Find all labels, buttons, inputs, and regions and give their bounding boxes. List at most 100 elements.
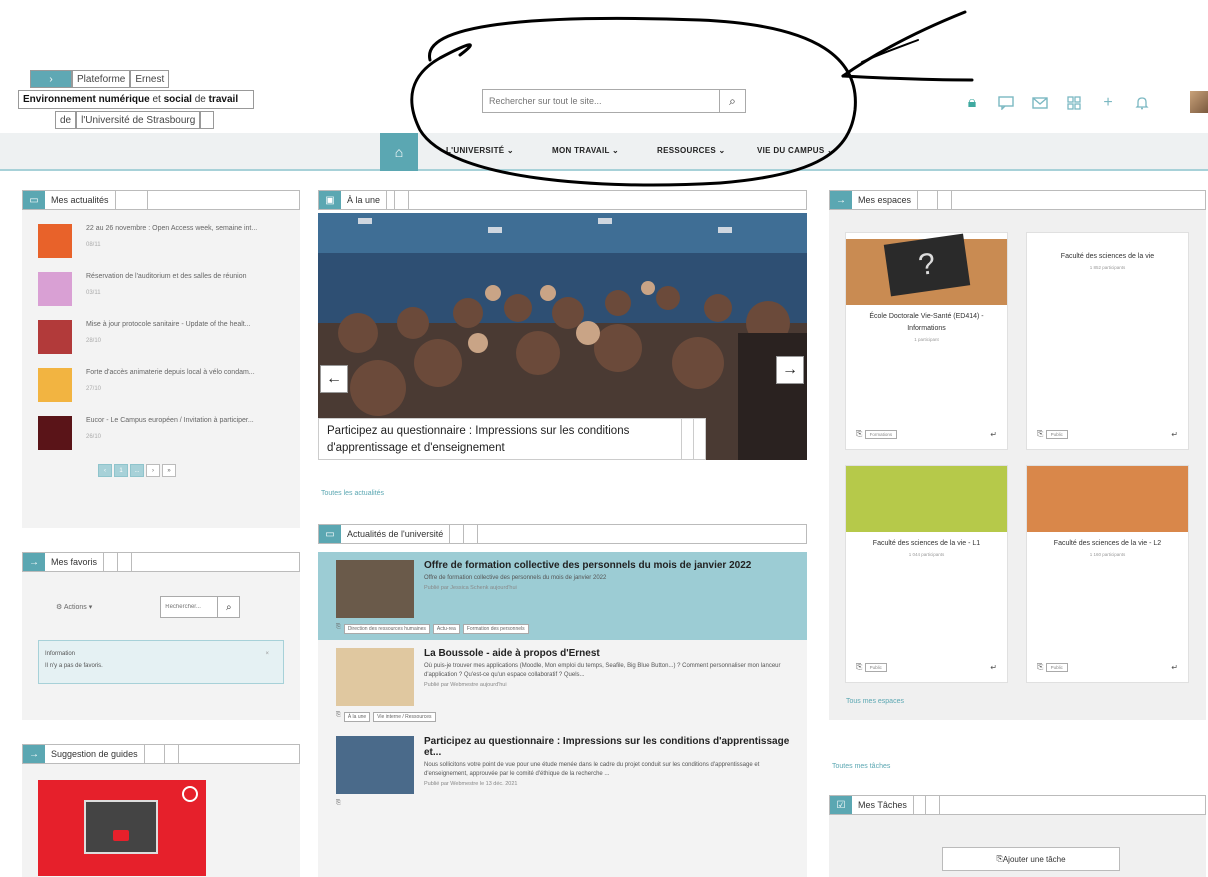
main-nav: ⌂ L'UNIVERSITÉ ⌄ MON TRAVAIL ⌄ RESSOURCE… [0, 133, 1208, 171]
news-pager: ‹ 1... ›» [98, 464, 300, 477]
arrow-right-icon: → [23, 553, 45, 571]
nav-vie-campus[interactable]: VIE DU CAMPUS ⌄ [757, 146, 834, 155]
space-card[interactable]: Faculté des sciences de la vie - L1 1 04… [845, 465, 1008, 683]
pager-button[interactable]: › [146, 464, 160, 477]
news-date: 08/11 [86, 242, 101, 248]
actions-dropdown[interactable]: ⚙ Actions ▾ [56, 603, 92, 611]
favoris-search-input[interactable] [161, 597, 218, 617]
news-thumbnail [38, 320, 72, 354]
news-thumbnail [336, 736, 414, 794]
university-news-list: Offre de formation collective des person… [318, 552, 807, 877]
news-title: Forte d'accès animaterie depuis local à … [86, 369, 255, 376]
home-icon[interactable]: ⌂ [380, 133, 418, 171]
carousel-next-button[interactable]: → [776, 356, 804, 384]
enter-space-icon[interactable]: ↵ [1171, 430, 1178, 439]
arrow-right-icon: → [830, 191, 852, 209]
news-item[interactable]: Eucor - Le Campus européen / Invitation … [38, 416, 300, 450]
space-card[interactable]: ? École Doctorale Vie-Santé (ED414) - In… [845, 232, 1008, 450]
search-icon[interactable]: ⌕ [719, 90, 745, 112]
apps-icon[interactable] [1057, 90, 1091, 116]
nav-mon-travail[interactable]: MON TRAVAIL ⌄ [552, 146, 619, 155]
mes-actualites-panel: ▭ Mes actualités 22 au 26 novembre : Ope… [22, 190, 300, 528]
enter-space-icon[interactable]: ↵ [990, 430, 997, 439]
news-item[interactable]: Réservation de l'auditorium et des salle… [38, 272, 300, 306]
all-news-link[interactable]: Toutes les actualités [321, 490, 384, 497]
info-box: Information Il n'y a pas de favoris. × [38, 640, 284, 684]
tag-icon: ⎘ [1037, 662, 1044, 671]
search-input[interactable] [483, 90, 719, 112]
news-icon: ▣ [319, 191, 341, 209]
brand-logo[interactable]: › Plateforme Ernest Environnement numéri… [0, 70, 270, 129]
news-item[interactable]: Forte d'accès animaterie depuis local à … [38, 368, 300, 402]
pager-button[interactable]: 1 [114, 464, 128, 477]
avatar[interactable] [1190, 91, 1208, 113]
news-title: Réservation de l'auditorium et des salle… [86, 273, 247, 280]
all-spaces-link[interactable]: Tous mes espaces [846, 698, 904, 705]
nav-universite[interactable]: L'UNIVERSITÉ ⌄ [446, 146, 514, 155]
brand-word-plateforme: Plateforme [72, 70, 131, 88]
chat-icon[interactable] [989, 90, 1023, 116]
news-thumbnail [336, 648, 414, 706]
space-card[interactable]: Faculté des sciences de la vie - L2 1 16… [1026, 465, 1189, 683]
all-tasks-link[interactable]: Toutes mes tâches [832, 763, 890, 770]
plus-icon[interactable]: + [1091, 90, 1125, 116]
enter-space-icon[interactable]: ↵ [1171, 663, 1178, 672]
tag-icon: ⎘ [1037, 429, 1044, 438]
space-image: ? [846, 233, 1007, 305]
user-toolbar: 🔒︎ + [955, 90, 1159, 116]
search-icon[interactable]: ⌕ [217, 597, 239, 617]
close-icon[interactable]: × [265, 651, 269, 657]
pager-button[interactable]: ‹ [98, 464, 112, 477]
add-task-button[interactable]: ⎘ Ajouter une tâche [942, 847, 1120, 871]
carousel-caption[interactable]: Participez au questionnaire : Impression… [318, 418, 706, 460]
news-description: Offre de formation collective des person… [424, 575, 607, 581]
guide-video-thumbnail[interactable] [38, 780, 206, 876]
panel-title: À la une [341, 191, 388, 209]
news-item[interactable]: Mise à jour protocole sanitaire - Update… [38, 320, 300, 354]
space-card[interactable]: Faculté des sciences de la vie 1 852 par… [1026, 232, 1189, 450]
space-title: Faculté des sciences de la vie - L2 [1053, 540, 1162, 547]
play-icon [113, 830, 129, 841]
news-title[interactable]: La Boussole - aide à propos d'Ernest [424, 648, 797, 659]
news-item[interactable]: 22 au 26 novembre : Open Access week, se… [38, 224, 300, 258]
news-tag[interactable]: Direction des ressources humaines [343, 624, 430, 634]
mail-icon[interactable] [1023, 90, 1057, 116]
university-news-item[interactable]: La Boussole - aide à propos d'Ernest Où … [318, 640, 807, 728]
news-description: Nous sollicitons votre point de vue pour… [424, 762, 760, 777]
space-participants: 1 160 participants [1089, 552, 1126, 557]
news-tag[interactable]: Vie interne / Ressources [373, 712, 436, 722]
enter-space-icon[interactable]: ↵ [990, 663, 997, 672]
news-tag[interactable]: À la une [343, 712, 371, 722]
news-thumbnail [38, 416, 72, 450]
university-news-item[interactable]: Offre de formation collective des person… [318, 552, 807, 640]
news-title[interactable]: Participez au questionnaire : Impression… [424, 736, 797, 758]
news-date: 26/10 [86, 434, 102, 440]
a-la-une-carousel[interactable]: ← → Participez au questionnaire : Impres… [318, 213, 807, 460]
space-tag: Public [864, 663, 887, 672]
tag-icon: ⎘ [856, 429, 863, 438]
news-tag[interactable]: Actu-rea [432, 624, 460, 634]
pager-button[interactable]: ... [130, 464, 144, 477]
carousel-prev-button[interactable]: ← [320, 365, 348, 393]
news-icon: ▭ [319, 525, 341, 543]
tag-icon: ⎘ [856, 662, 863, 671]
actualites-universite-header: ▭ Actualités de l'université [318, 524, 807, 544]
news-title: Eucor - Le Campus européen / Invitation … [86, 417, 254, 424]
info-text: Il n'y a pas de favoris. [45, 663, 103, 669]
nav-ressources[interactable]: RESSOURCES ⌄ [657, 146, 726, 155]
space-participants: 1 044 participants [908, 552, 945, 557]
carousel-caption-text: Participez au questionnaire : Impression… [327, 425, 630, 454]
panel-title: Suggestion de guides [45, 745, 145, 763]
university-news-item[interactable]: Participez au questionnaire : Impression… [318, 728, 807, 813]
news-tag[interactable]: Formation des personnels [462, 624, 529, 634]
pager-button[interactable]: » [162, 464, 176, 477]
bell-icon[interactable] [1125, 90, 1159, 116]
lock-icon[interactable]: 🔒︎ [955, 90, 989, 116]
news-list: 22 au 26 novembre : Open Access week, se… [22, 210, 300, 450]
panel-title: Mes actualités [45, 191, 116, 209]
tag-icon: ⎘ [336, 800, 341, 806]
gear-icon: ⚙ [56, 604, 64, 611]
news-thumbnail [336, 560, 414, 618]
news-title[interactable]: Offre de formation collective des person… [424, 560, 751, 571]
space-image [1027, 233, 1188, 245]
